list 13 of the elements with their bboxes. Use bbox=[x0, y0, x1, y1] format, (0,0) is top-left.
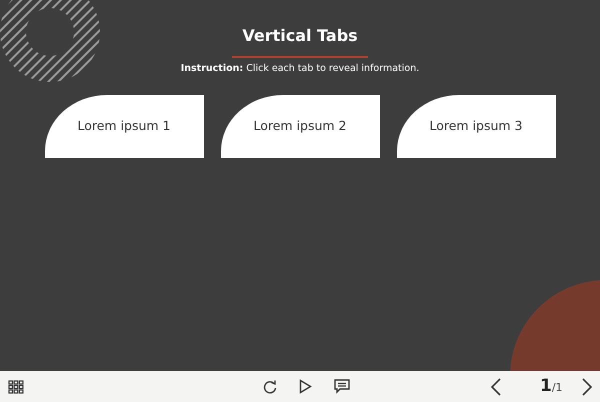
tab[interactable]: Lorem ipsum 2 bbox=[220, 95, 380, 158]
instruction-text: Instruction: Click each tab to reveal information. bbox=[180, 62, 420, 76]
current-page-number: 1 bbox=[540, 374, 552, 398]
next-icon[interactable] bbox=[580, 378, 593, 396]
tab[interactable]: Lorem ipsum 1 bbox=[44, 95, 204, 158]
page-title: Vertical Tabs bbox=[242, 25, 358, 47]
total-pages: /1 bbox=[552, 380, 563, 396]
previous-icon[interactable] bbox=[490, 378, 502, 396]
comment-icon[interactable] bbox=[334, 379, 350, 394]
menu-grid-icon[interactable] bbox=[8, 380, 24, 394]
play-icon[interactable] bbox=[299, 379, 312, 394]
replay-icon[interactable] bbox=[263, 378, 277, 394]
tab[interactable]: Lorem ipsum 3 bbox=[396, 95, 556, 158]
